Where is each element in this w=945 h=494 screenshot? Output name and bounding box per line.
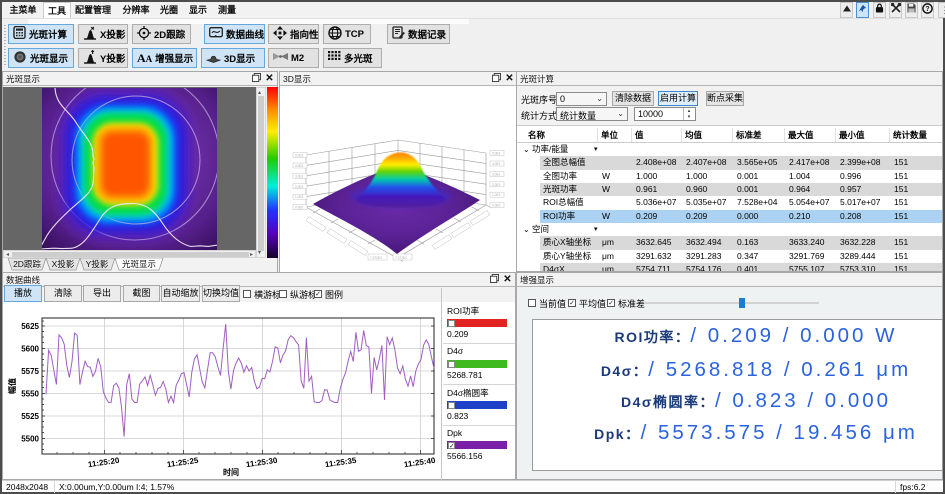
svg-text:5625: 5625	[21, 322, 39, 331]
svg-text:11:25:25: 11:25:25	[166, 456, 199, 469]
svg-text:2.0E3: 2.0E3	[492, 183, 501, 187]
svg-text:0.0E0: 0.0E0	[492, 204, 501, 208]
svg-text:3.0E3: 3.0E3	[492, 172, 501, 176]
svg-text:5550: 5550	[21, 390, 39, 399]
svg-text:5600: 5600	[21, 345, 39, 354]
svg-text:时间: 时间	[223, 467, 239, 477]
svg-text:5525: 5525	[21, 412, 39, 421]
svg-text:4.0E3: 4.0E3	[492, 162, 501, 166]
svg-text:7.372E3: 7.372E3	[370, 256, 382, 260]
svg-text:1.0E3: 1.0E3	[492, 193, 501, 197]
svg-text:2.0E3: 2.0E3	[295, 185, 304, 189]
svg-text:?: ?	[925, 6, 929, 13]
svg-text:11:25:40: 11:25:40	[403, 456, 436, 469]
svg-text:11:25:20: 11:25:20	[87, 456, 120, 469]
svg-text:11:25:35: 11:25:35	[324, 456, 357, 469]
svg-text:幅值: 幅值	[7, 378, 17, 394]
svg-text:Y投影: Y投影	[86, 259, 109, 269]
svg-text:3.0E3: 3.0E3	[295, 174, 304, 178]
svg-text:X投影: X投影	[52, 259, 75, 269]
svg-text:5500: 5500	[21, 435, 39, 444]
svg-text:11:25:30: 11:25:30	[245, 456, 278, 469]
svg-text:5.0E3: 5.0E3	[492, 152, 501, 156]
svg-text:光斑显示: 光斑显示	[122, 259, 156, 269]
svg-text:2D跟踪: 2D跟踪	[13, 259, 41, 269]
svg-text:5575: 5575	[21, 367, 39, 376]
svg-text:5.0E3: 5.0E3	[295, 154, 304, 158]
svg-text:1.0E3: 1.0E3	[295, 195, 304, 199]
svg-text:4.0E3: 4.0E3	[295, 164, 304, 168]
svg-text:7.372E3: 7.372E3	[395, 256, 407, 260]
svg-text:0.0E0: 0.0E0	[295, 206, 304, 210]
